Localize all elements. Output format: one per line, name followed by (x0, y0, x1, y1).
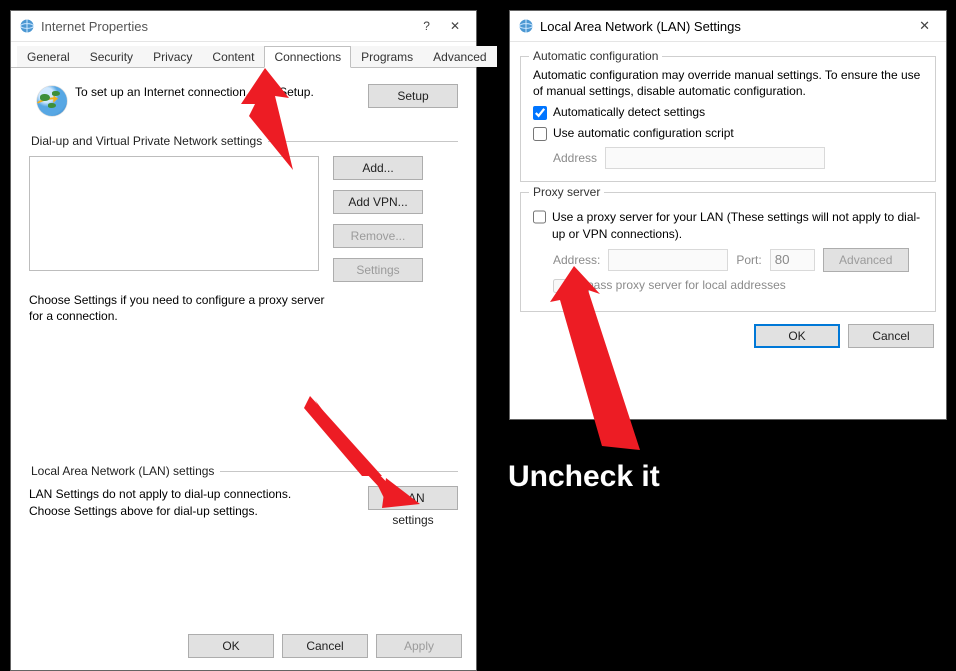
tab-advanced[interactable]: Advanced (423, 46, 496, 67)
auto-detect-label: Automatically detect settings (553, 105, 705, 119)
lan-settings-button[interactable]: LAN settings (368, 486, 458, 510)
use-script-label: Use automatic configuration script (553, 126, 734, 140)
script-address-label: Address (553, 151, 597, 165)
lan-note: LAN Settings do not apply to dial-up con… (29, 486, 329, 518)
use-proxy-checkbox[interactable]: Use a proxy server for your LAN (These s… (533, 209, 923, 241)
tab-security[interactable]: Security (80, 46, 143, 67)
settings-button: Settings (333, 258, 423, 282)
window-title: Internet Properties (41, 19, 148, 34)
bypass-input (553, 279, 567, 293)
use-script-checkbox[interactable]: Use automatic configuration script (533, 126, 923, 141)
auto-config-group: Automatic configuration Automatic config… (520, 56, 936, 182)
advanced-button: Advanced (823, 248, 909, 272)
auto-config-legend: Automatic configuration (529, 49, 662, 63)
internet-options-icon (19, 18, 35, 34)
help-icon[interactable]: ? (413, 19, 440, 33)
internet-options-icon (518, 18, 534, 34)
tab-general[interactable]: General (17, 46, 80, 67)
close-icon[interactable]: ✕ (440, 19, 470, 33)
remove-button: Remove... (333, 224, 423, 248)
proxy-address-label: Address: (553, 253, 600, 267)
close-icon[interactable]: ✕ (909, 18, 940, 34)
tab-privacy[interactable]: Privacy (143, 46, 202, 67)
tab-content[interactable]: Content (202, 46, 264, 67)
cancel-button[interactable]: Cancel (848, 324, 934, 348)
lan-settings-window: Local Area Network (LAN) Settings ✕ Auto… (509, 10, 947, 420)
tab-programs[interactable]: Programs (351, 46, 423, 67)
cancel-button[interactable]: Cancel (282, 634, 368, 658)
add-button[interactable]: Add... (333, 156, 423, 180)
ok-button[interactable]: OK (188, 634, 274, 658)
proxy-group: Proxy server Use a proxy server for your… (520, 192, 936, 311)
dialup-note: Choose Settings if you need to configure… (29, 292, 329, 324)
bypass-checkbox: Bypass proxy server for local addresses (553, 278, 923, 293)
dialup-listbox[interactable] (29, 156, 319, 271)
titlebar[interactable]: Local Area Network (LAN) Settings ✕ (510, 11, 946, 42)
auto-detect-input[interactable] (533, 106, 547, 120)
internet-properties-window: Internet Properties ? ✕ General Security… (10, 10, 477, 671)
auto-detect-checkbox[interactable]: Automatically detect settings (533, 105, 923, 120)
bypass-label: Bypass proxy server for local addresses (573, 278, 786, 292)
annotation-text-uncheck: Uncheck it (508, 460, 660, 494)
auto-config-desc: Automatic configuration may override man… (533, 67, 923, 99)
use-proxy-input[interactable] (533, 210, 546, 224)
dialup-group-label: Dial-up and Virtual Private Network sett… (29, 134, 264, 148)
lan-group-label: Local Area Network (LAN) settings (29, 464, 216, 478)
apply-button: Apply (376, 634, 462, 658)
proxy-address-input (608, 249, 728, 271)
setup-description: To set up an Internet connection, click … (75, 84, 368, 100)
use-script-input[interactable] (533, 127, 547, 141)
tab-connections[interactable]: Connections (264, 46, 351, 68)
use-proxy-label: Use a proxy server for your LAN (These s… (552, 209, 923, 241)
proxy-legend: Proxy server (529, 185, 604, 199)
add-vpn-button[interactable]: Add VPN... (333, 190, 423, 214)
proxy-port-label: Port: (736, 253, 761, 267)
setup-button[interactable]: Setup (368, 84, 458, 108)
tabstrip: General Security Privacy Content Connect… (11, 42, 476, 68)
script-address-input (605, 147, 825, 169)
proxy-port-input (770, 249, 815, 271)
ok-button[interactable]: OK (754, 324, 840, 348)
window-title: Local Area Network (LAN) Settings (540, 19, 741, 34)
globe-icon (37, 86, 67, 116)
titlebar[interactable]: Internet Properties ? ✕ (11, 11, 476, 42)
